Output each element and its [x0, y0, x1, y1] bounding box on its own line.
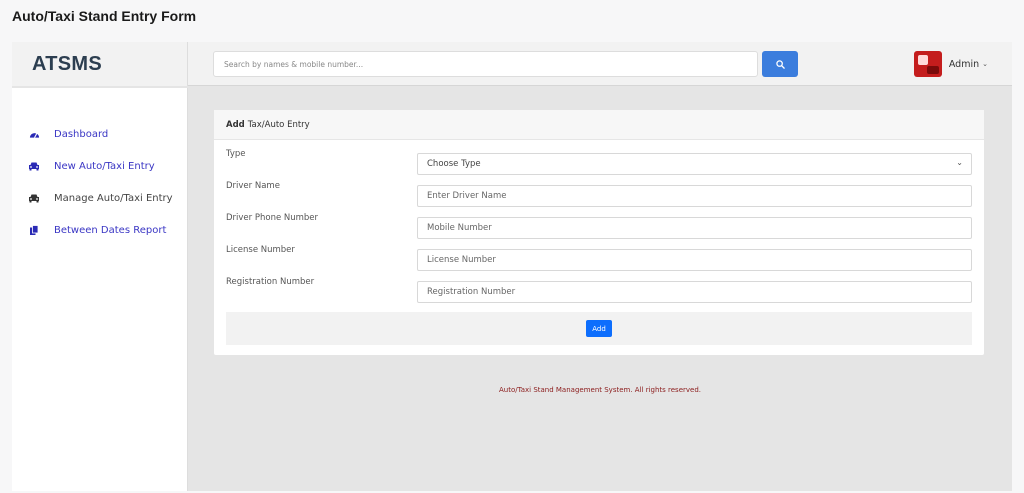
avatar [913, 51, 942, 77]
entry-form-card: Add Tax/Auto Entry Type Choose Type ⌄ Dr… [214, 110, 984, 355]
sidebar-item-label: Dashboard [54, 128, 109, 140]
sidebar-item-label: Manage Auto/Taxi Entry [54, 192, 173, 204]
type-label: Type [226, 149, 246, 159]
form-row-driver-name: Driver Name [226, 181, 972, 207]
form-actions: Add [226, 312, 972, 345]
search-button[interactable] [762, 51, 798, 77]
driver-phone-label: Driver Phone Number [226, 213, 319, 223]
brand: ATSMS [12, 42, 188, 86]
user-menu[interactable]: Admin ⌄ [913, 51, 988, 77]
page-title: Auto/Taxi Stand Entry Form [12, 8, 197, 24]
app-frame: ATSMS Admin ⌄ Dashboard New Auto/Taxi [12, 42, 1012, 491]
license-input[interactable] [417, 249, 972, 271]
user-name: Admin [948, 58, 980, 70]
dashboard-icon [28, 128, 40, 140]
form-row-license: License Number [226, 245, 972, 271]
chevron-down-icon: ⌄ [982, 60, 988, 68]
sidebar-item-label: New Auto/Taxi Entry [54, 160, 155, 172]
driver-name-label: Driver Name [226, 181, 280, 191]
sidebar-item-new-entry[interactable]: New Auto/Taxi Entry [12, 150, 187, 182]
search-input[interactable] [213, 51, 758, 77]
card-title: Tax/Auto Entry [247, 119, 310, 130]
sidebar-item-report[interactable]: Between Dates Report [12, 214, 187, 246]
car-icon [28, 160, 40, 172]
registration-input[interactable] [417, 281, 972, 303]
sidebar: Dashboard New Auto/Taxi Entry Manage Aut… [12, 88, 188, 491]
copy-icon [28, 224, 40, 236]
chevron-down-icon: ⌄ [956, 158, 963, 167]
top-header: Admin ⌄ [188, 42, 1012, 86]
driver-name-input[interactable] [417, 185, 972, 207]
type-select-value: Choose Type [427, 159, 481, 169]
search-icon [775, 59, 785, 69]
form-row-type: Type Choose Type ⌄ [226, 149, 972, 175]
form-row-registration: Registration Number [226, 277, 972, 303]
type-select[interactable]: Choose Type ⌄ [417, 153, 972, 175]
car-icon [28, 192, 40, 204]
license-label: License Number [226, 245, 295, 255]
add-button[interactable]: Add [586, 320, 612, 337]
sidebar-item-label: Between Dates Report [54, 224, 167, 236]
card-header: Add Tax/Auto Entry [214, 110, 984, 140]
registration-label: Registration Number [226, 277, 315, 287]
sidebar-item-dashboard[interactable]: Dashboard [12, 118, 187, 150]
footer-text: Auto/Taxi Stand Management System. All r… [498, 386, 701, 394]
form-row-driver-phone: Driver Phone Number [226, 213, 972, 239]
driver-phone-input[interactable] [417, 217, 972, 239]
brand-logo-text[interactable]: ATSMS [32, 53, 102, 76]
card-title-bold: Add [226, 119, 245, 130]
sidebar-item-manage-entry[interactable]: Manage Auto/Taxi Entry [12, 182, 187, 214]
